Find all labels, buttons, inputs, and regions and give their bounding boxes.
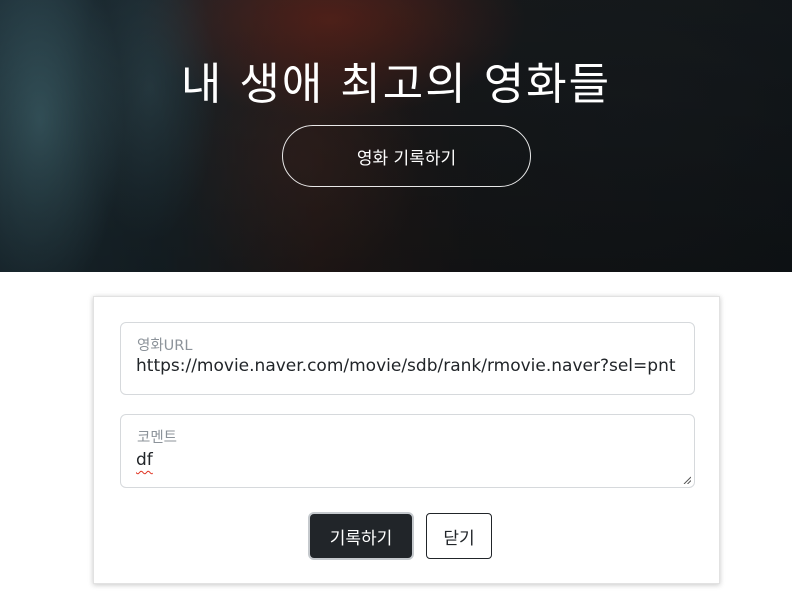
movie-record-form: 영화URL 코멘트 df 기록하기 닫기 — [93, 296, 720, 584]
hero-banner: 내 생애 최고의 영화들 영화 기록하기 — [0, 0, 792, 272]
comment-field[interactable]: 코멘트 df — [120, 414, 695, 488]
comment-label: 코멘트 — [137, 430, 178, 446]
resize-grip-icon[interactable] — [683, 476, 691, 484]
movie-url-input[interactable] — [136, 356, 681, 376]
close-button[interactable]: 닫기 — [426, 513, 492, 559]
comment-textarea[interactable]: df — [136, 450, 153, 470]
movie-url-field[interactable]: 영화URL — [120, 322, 695, 395]
page-title: 내 생애 최고의 영화들 — [180, 59, 612, 110]
save-button[interactable]: 기록하기 — [308, 512, 414, 560]
open-record-form-button[interactable]: 영화 기록하기 — [282, 125, 531, 187]
movie-url-label: 영화URL — [137, 338, 193, 354]
